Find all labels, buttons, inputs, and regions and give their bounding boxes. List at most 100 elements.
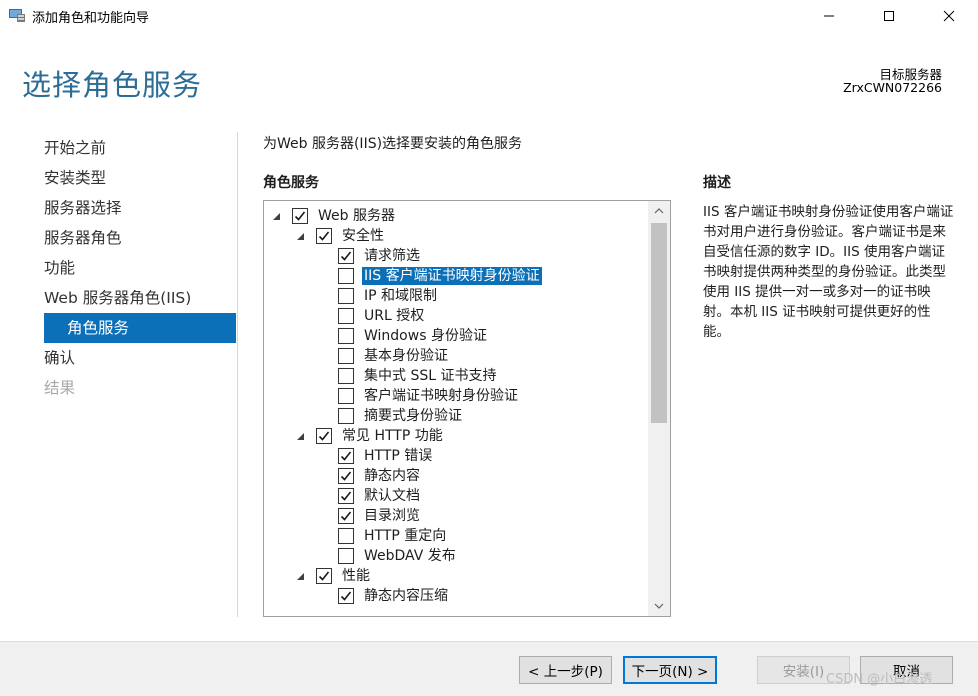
role-services-tree[interactable]: Web 服务器安全性请求筛选 IIS 客户端证书映射身份验证 IP 和域限制 URL … [263, 200, 671, 617]
nav-item-web-server-role[interactable]: Web 服务器角色(IIS) [44, 286, 236, 316]
destination-server-name: ZrxCWN072266 [843, 80, 942, 95]
tree-row[interactable]: 请求筛选 [264, 246, 648, 266]
checkmark-icon [340, 491, 352, 501]
server-manager-icon [8, 7, 26, 23]
tree-item-label[interactable]: HTTP 重定向 [362, 527, 448, 545]
page-title: 选择角色服务 [22, 68, 203, 102]
tree-item-label[interactable]: 静态内容 [362, 467, 422, 485]
chevron-up-icon [654, 208, 664, 214]
tree-item-label[interactable]: Windows 身份验证 [362, 327, 489, 345]
maximize-button[interactable] [866, 0, 912, 32]
role-checkbox[interactable] [338, 508, 354, 524]
scroll-up-button[interactable] [648, 201, 670, 221]
expand-toggle-icon[interactable] [270, 210, 282, 222]
tree-row[interactable]: HTTP 重定向 [264, 526, 648, 546]
tree-item-label[interactable]: Web 服务器 [316, 207, 397, 225]
vertical-scrollbar[interactable] [648, 201, 670, 616]
checkmark-icon [340, 471, 352, 481]
tree-row[interactable]: IIS 客户端证书映射身份验证 [264, 266, 648, 286]
tree-row[interactable]: IP 和域限制 [264, 286, 648, 306]
minimize-button[interactable] [806, 0, 852, 32]
tree-row[interactable]: WebDAV 发布 [264, 546, 648, 566]
next-button[interactable]: 下一页(N) > [623, 656, 717, 684]
tree-item-label[interactable]: 基本身份验证 [362, 347, 450, 365]
role-checkbox[interactable] [316, 568, 332, 584]
tree-item-label[interactable]: URL 授权 [362, 307, 426, 325]
role-checkbox[interactable] [316, 428, 332, 444]
role-checkbox[interactable] [338, 468, 354, 484]
expand-toggle-icon[interactable] [294, 570, 306, 582]
tree-row[interactable]: 客户端证书映射身份验证 [264, 386, 648, 406]
tree-item-label[interactable]: 常见 HTTP 功能 [340, 427, 445, 445]
description-text: IIS 客户端证书映射身份验证使用客户端证书对用户进行身份验证。客户端证书是来自… [703, 204, 954, 340]
tree-item-label[interactable]: 摘要式身份验证 [362, 407, 464, 425]
tree-row[interactable]: 静态内容 [264, 466, 648, 486]
scroll-down-button[interactable] [648, 596, 670, 616]
tree-row[interactable]: 基本身份验证 [264, 346, 648, 366]
role-checkbox[interactable] [338, 588, 354, 604]
tree-item-label[interactable]: 静态内容压缩 [362, 587, 450, 605]
tree-row[interactable]: HTTP 错误 [264, 446, 648, 466]
tree-item-label[interactable]: 集中式 SSL 证书支持 [362, 367, 498, 385]
tree-row[interactable]: 性能 [264, 566, 648, 586]
checkmark-icon [318, 571, 330, 581]
role-checkbox[interactable] [338, 348, 354, 364]
role-checkbox[interactable] [338, 528, 354, 544]
tree-item-label[interactable]: 客户端证书映射身份验证 [362, 387, 520, 405]
tree-item-label[interactable]: 默认文档 [362, 487, 422, 505]
previous-button[interactable]: < 上一步(P) [519, 656, 612, 684]
nav-item-before-you-begin[interactable]: 开始之前 [44, 136, 236, 166]
close-button[interactable] [926, 0, 972, 32]
tree-item-label[interactable]: IP 和域限制 [362, 287, 439, 305]
tree-row[interactable]: 安全性 [264, 226, 648, 246]
tree-row[interactable]: 静态内容压缩 [264, 586, 648, 606]
tree-row[interactable]: 摘要式身份验证 [264, 406, 648, 426]
tree-row[interactable]: 目录浏览 [264, 506, 648, 526]
tree-item-label[interactable]: 安全性 [340, 227, 386, 245]
role-checkbox[interactable] [316, 228, 332, 244]
role-checkbox[interactable] [338, 368, 354, 384]
role-services-heading: 角色服务 [263, 175, 319, 191]
role-checkbox[interactable] [338, 248, 354, 264]
checkmark-icon [294, 211, 306, 221]
role-checkbox[interactable] [338, 288, 354, 304]
nav-item-results: 结果 [44, 379, 76, 397]
tree-row[interactable]: URL 授权 [264, 306, 648, 326]
nav-item-features[interactable]: 功能 [44, 256, 236, 286]
tree-item-label[interactable]: HTTP 错误 [362, 447, 434, 465]
tree-item-label[interactable]: 请求筛选 [362, 247, 422, 265]
nav-item-installation-type[interactable]: 安装类型 [44, 166, 236, 196]
tree-row[interactable]: Web 服务器 [264, 206, 648, 226]
tree-row[interactable]: 默认文档 [264, 486, 648, 506]
expand-toggle-icon[interactable] [294, 430, 306, 442]
nav-item-server-roles[interactable]: 服务器角色 [44, 226, 236, 256]
tree-item-label[interactable]: WebDAV 发布 [362, 547, 458, 565]
nav-item-server-selection[interactable]: 服务器选择 [44, 196, 236, 226]
tree-row[interactable]: 集中式 SSL 证书支持 [264, 366, 648, 386]
close-icon [943, 10, 955, 22]
nav-divider [237, 132, 238, 617]
tree-row[interactable]: 常见 HTTP 功能 [264, 426, 648, 446]
tree-item-label[interactable]: 性能 [340, 567, 372, 585]
watermark-text: CSDN @小白渗透 [826, 672, 933, 687]
role-checkbox[interactable] [338, 328, 354, 344]
scroll-thumb[interactable] [651, 223, 667, 423]
role-checkbox[interactable] [292, 208, 308, 224]
tree-item-label[interactable]: 目录浏览 [362, 507, 422, 525]
tree-items: Web 服务器安全性请求筛选 IIS 客户端证书映射身份验证 IP 和域限制 URL … [264, 206, 648, 606]
nav-item-confirmation[interactable]: 确认 [44, 346, 236, 376]
tree-row[interactable]: Windows 身份验证 [264, 326, 648, 346]
description-heading: 描述 [703, 175, 731, 191]
role-checkbox[interactable] [338, 388, 354, 404]
role-checkbox[interactable] [338, 268, 354, 284]
role-checkbox[interactable] [338, 308, 354, 324]
maximize-icon [884, 11, 894, 21]
role-checkbox[interactable] [338, 548, 354, 564]
role-checkbox[interactable] [338, 448, 354, 464]
expand-toggle-icon[interactable] [294, 230, 306, 242]
role-checkbox[interactable] [338, 408, 354, 424]
role-checkbox[interactable] [338, 488, 354, 504]
tree-item-label[interactable]: IIS 客户端证书映射身份验证 [362, 267, 542, 285]
nav-item-role-services[interactable]: 角色服务 [44, 313, 236, 343]
checkmark-icon [318, 231, 330, 241]
